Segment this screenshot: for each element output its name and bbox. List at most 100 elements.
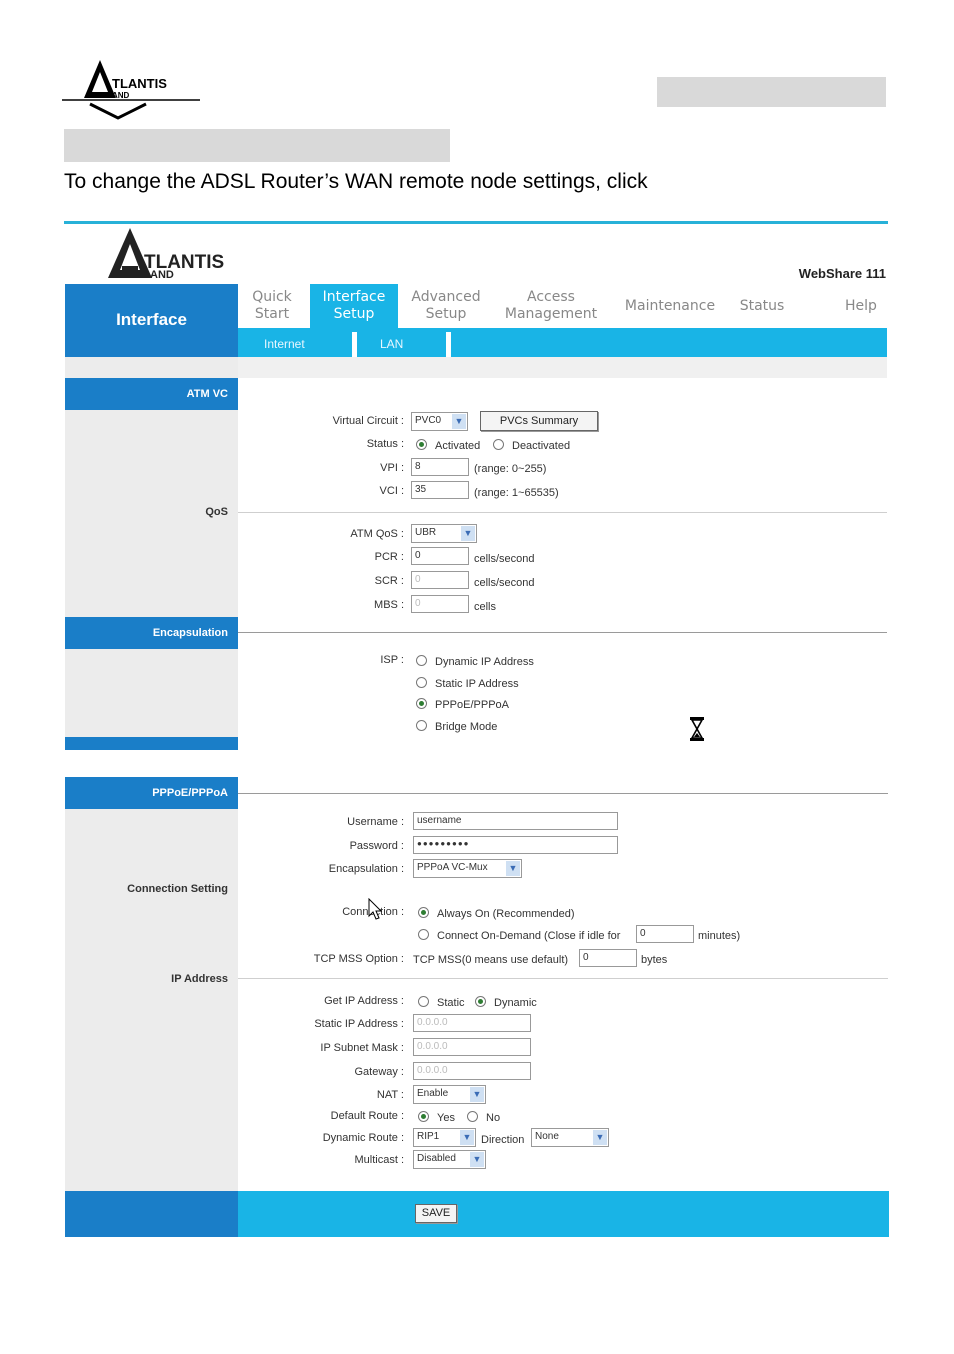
isp-pppoe-radio[interactable] [416, 698, 427, 709]
ip-dynamic-radio[interactable] [475, 996, 486, 1007]
vci-input[interactable]: 35 [411, 481, 469, 499]
chevron-down-icon: ▼ [460, 1130, 474, 1145]
atm-qos-label: ATM QoS : [350, 528, 404, 540]
vci-label: VCI : [379, 485, 404, 497]
mouse-cursor-icon [368, 897, 384, 922]
nav-advanced-setup[interactable]: Advanced Setup [404, 289, 488, 323]
ip-dynamic-text: Dynamic [494, 997, 537, 1009]
status-activated-radio[interactable] [416, 439, 427, 450]
always-on-radio[interactable] [418, 907, 429, 918]
vci-range: (range: 1~65535) [474, 487, 559, 499]
nav-quick-start[interactable]: Quick Start [242, 289, 302, 323]
nav-label: Interface [322, 289, 386, 305]
pcr-unit: cells/second [474, 553, 535, 565]
isp-dynamic-radio[interactable] [416, 655, 427, 666]
save-button[interactable]: SAVE [415, 1204, 457, 1223]
static-ip-label: Static IP Address : [314, 1018, 404, 1030]
status-deactivated-text: Deactivated [512, 440, 571, 452]
chevron-down-icon: ▼ [593, 1130, 607, 1145]
hourglass-icon [689, 716, 705, 742]
atm-qos-select[interactable]: UBR ▼ [411, 524, 477, 543]
section-connection-setting: Connection Setting [127, 883, 228, 895]
pcr-input[interactable]: 0 [411, 547, 469, 565]
default-route-no-radio[interactable] [467, 1111, 478, 1122]
vc-label: Virtual Circuit : [332, 415, 404, 427]
tcp-mss-label: TCP MSS Option : [313, 953, 404, 965]
nat-select[interactable]: Enable ▼ [413, 1085, 486, 1104]
direction-select[interactable]: None ▼ [531, 1128, 609, 1147]
vpi-input[interactable]: 8 [411, 458, 469, 476]
isp-bridge-radio[interactable] [416, 720, 427, 731]
chevron-down-icon: ▼ [461, 526, 475, 541]
always-on-text: Always On (Recommended) [437, 908, 575, 920]
divider [238, 978, 888, 979]
direction-select-value: None [535, 1131, 559, 1142]
subnav-internet[interactable]: Internet [264, 337, 305, 351]
encap-select-value: PPPoA VC-Mux [417, 862, 488, 873]
atlantis-doc-logo: TLANTIS AND [62, 58, 202, 122]
nav-help[interactable]: Help [836, 298, 886, 315]
chevron-down-icon: ▼ [506, 861, 520, 876]
static-ip-input[interactable]: 0.0.0.0 [413, 1014, 531, 1032]
nav-label: Quick [252, 289, 292, 305]
default-route-label: Default Route : [330, 1110, 404, 1122]
doc-section-bar [64, 129, 450, 162]
scr-input[interactable]: 0 [411, 571, 469, 589]
divider [238, 793, 888, 794]
isp-static-radio[interactable] [416, 677, 427, 688]
encap-select[interactable]: PPPoA VC-Mux ▼ [413, 859, 522, 878]
dynamic-route-select[interactable]: RIP1 ▼ [413, 1128, 476, 1147]
password-input[interactable]: ●●●●●●●●● [413, 836, 618, 854]
divider [238, 632, 887, 633]
svg-text:AND: AND [112, 91, 130, 100]
intro-text: To change the ADSL Router’s WAN remote n… [64, 170, 648, 193]
divider [238, 512, 887, 513]
section-ip-address: IP Address [171, 973, 228, 985]
scr-label: SCR : [374, 575, 404, 587]
nav-maintenance[interactable]: Maintenance [620, 298, 720, 315]
default-route-no-text: No [486, 1112, 501, 1124]
status-deactivated-radio[interactable] [493, 439, 504, 450]
dynamic-route-label: Dynamic Route : [322, 1132, 404, 1144]
ip-static-radio[interactable] [418, 996, 429, 1007]
nav-access-management[interactable]: Access Management [500, 289, 602, 323]
subnet-input[interactable]: 0.0.0.0 [413, 1038, 531, 1056]
on-demand-radio[interactable] [418, 929, 429, 940]
chevron-down-icon: ▼ [470, 1087, 484, 1102]
tcp-mss-input[interactable]: 0 [579, 949, 637, 967]
section-atm-vc: ATM VC [65, 378, 238, 410]
doc-header-bar [657, 77, 886, 107]
username-input[interactable]: username [413, 812, 618, 830]
gateway-input[interactable]: 0.0.0.0 [413, 1062, 531, 1080]
nav-status[interactable]: Status [734, 298, 790, 315]
sub-nav [238, 328, 887, 357]
section-encapsulation: Encapsulation [65, 617, 238, 649]
pvc-summary-button[interactable]: PVCs Summary [480, 411, 598, 431]
subnav-separator [446, 332, 451, 357]
screenshot-top-line [64, 221, 888, 224]
nav-label: Setup [425, 306, 467, 322]
status-activated-text: Activated [435, 440, 481, 452]
product-name: WebShare 111 [798, 266, 886, 281]
default-route-yes-radio[interactable] [418, 1111, 429, 1122]
vc-select-value: PVC0 [415, 415, 442, 426]
dynamic-route-select-value: RIP1 [417, 1131, 440, 1142]
nav-label: Help [845, 298, 877, 314]
nav-label: Management [504, 306, 598, 322]
idle-time-input[interactable]: 0 [636, 925, 694, 943]
minutes-text: minutes) [698, 930, 741, 942]
nav-label: Status [739, 298, 785, 314]
subnav-lan[interactable]: LAN [380, 337, 403, 351]
vc-select[interactable]: PVC0 ▼ [411, 412, 468, 431]
nav-interface-setup[interactable]: Interface Setup [310, 284, 398, 328]
chevron-down-icon: ▼ [452, 414, 466, 429]
footer-bar [238, 1191, 889, 1237]
multicast-select[interactable]: Disabled ▼ [413, 1150, 486, 1169]
direction-label: Direction [481, 1134, 525, 1146]
mbs-input[interactable]: 0 [411, 595, 469, 613]
svg-text:AND: AND [150, 269, 174, 281]
section-pppoe: PPPoE/PPPoA [65, 777, 238, 809]
nat-label: NAT : [376, 1089, 404, 1101]
isp-label: ISP : [380, 654, 404, 666]
subnav-separator [352, 332, 357, 357]
